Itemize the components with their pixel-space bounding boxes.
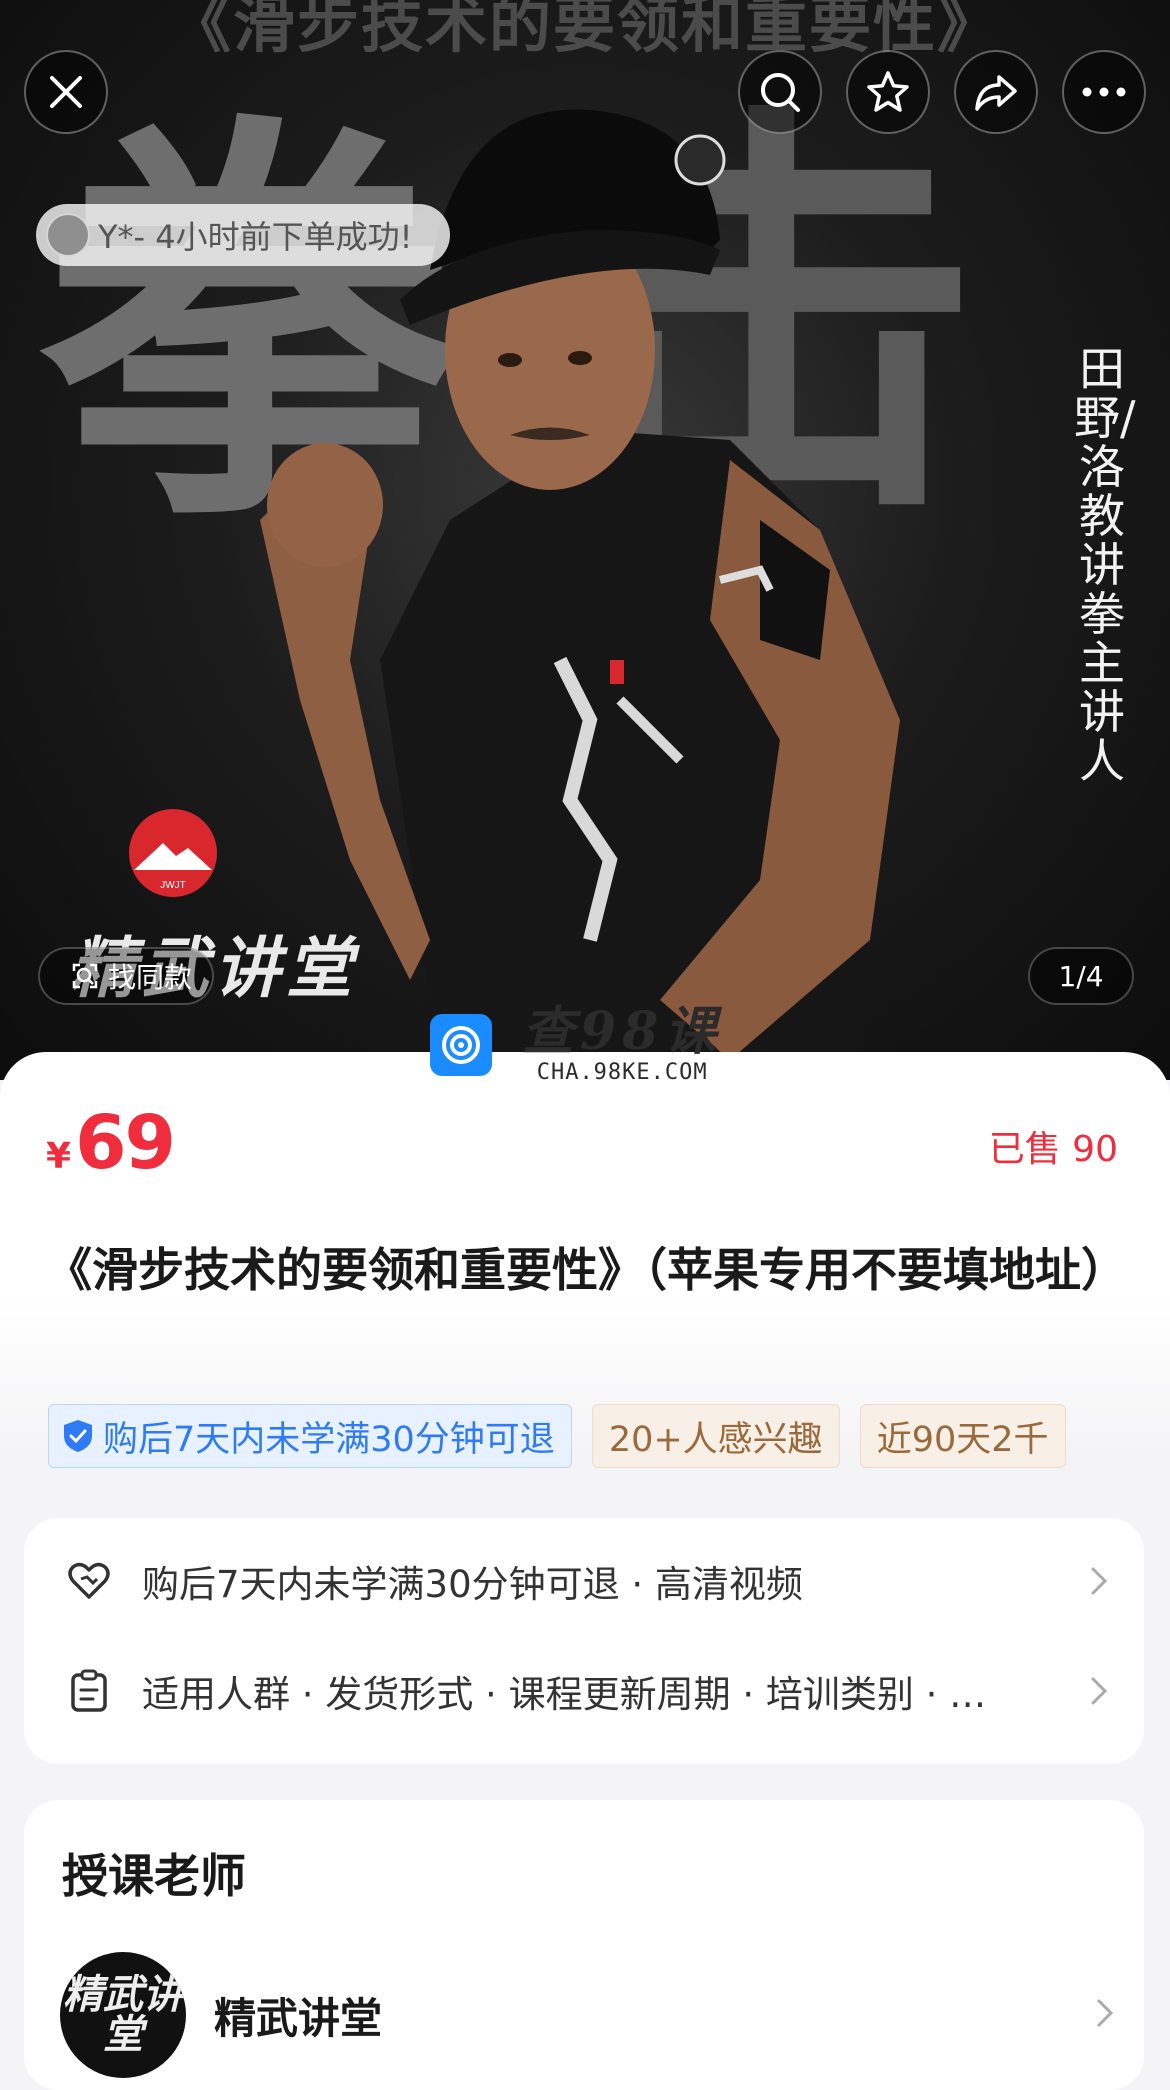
find-similar-button[interactable]: 找同款 (38, 947, 215, 1005)
teacher-row[interactable]: 精武讲堂 精武讲堂 (60, 1950, 1114, 2080)
find-similar-icon (72, 963, 98, 989)
watermark-text: 查98课 (522, 1001, 723, 1062)
star-icon (867, 71, 909, 112)
heart-guarantee-icon (68, 1562, 110, 1599)
teacher-card: 授课老师 精武讲堂 精武讲堂 (24, 1800, 1144, 2090)
sold-count: 已售 90 (988, 1129, 1118, 1170)
order-notice: Y*- 4小时前下单成功! (36, 204, 451, 266)
params-row[interactable]: 适用人群 · 发货形式 · 课程更新周期 · 培训类别 · … (64, 1656, 1114, 1726)
watermark-url: CHA.98KE.COM (536, 1060, 708, 1085)
teacher-section-title: 授课老师 (62, 1849, 246, 1903)
brand-logo-badge: JWJT (160, 880, 186, 891)
share-icon (975, 75, 1017, 111)
chevron-right-icon (1091, 1567, 1108, 1595)
buyer-avatar (46, 213, 90, 257)
service-row-text: 购后7天内未学满30分钟可退 · 高清视频 (142, 1563, 803, 1606)
tag-list[interactable]: 购后7天内未学满30分钟可退 20+人感兴趣 近90天2千 (48, 1404, 1122, 1468)
refund-tag[interactable]: 购后7天内未学满30分钟可退 (48, 1404, 572, 1468)
close-icon (50, 76, 82, 108)
image-page-indicator: 1/4 (1028, 947, 1134, 1005)
watermark: 查98课 CHA.98KE.COM (430, 1004, 722, 1085)
shield-check-icon (64, 1420, 92, 1452)
chevron-right-icon (1091, 1677, 1108, 1705)
price-value: 69 (75, 1100, 176, 1186)
currency-symbol: ¥ (46, 1136, 72, 1177)
close-button[interactable] (24, 50, 108, 134)
features-card: 购后7天内未学满30分钟可退 · 高清视频 适用人群 · 发货形式 · 课程更新… (24, 1518, 1144, 1764)
teacher-name: 精武讲堂 (214, 1993, 383, 2043)
order-notice-text: Y*- 4小时前下单成功! (98, 218, 413, 256)
params-row-text: 适用人群 · 发货形式 · 课程更新周期 · 培训类别 · … (142, 1673, 987, 1716)
price: ¥ 69 (46, 1100, 176, 1186)
interest-tag[interactable]: 20+人感兴趣 (591, 1404, 840, 1468)
instructor-caption: 田野/洛教讲拳主讲人 (1074, 342, 1136, 788)
favorite-button[interactable] (846, 50, 930, 134)
brand-logo-icon: JWJT (129, 809, 217, 897)
search-icon (761, 73, 800, 112)
sales-tag[interactable]: 近90天2千 (859, 1404, 1066, 1468)
chevron-right-icon (1097, 1999, 1114, 2027)
product-image[interactable]: 《滑步技术的要领和重要性》 拳 击 田野/洛教讲拳主讲人 JWJT 精武讲堂 Y… (0, 0, 1170, 1080)
clipboard-icon (71, 1669, 107, 1712)
more-button[interactable] (1062, 50, 1146, 134)
teacher-avatar-text: 精武讲堂 (63, 1972, 183, 2058)
search-button[interactable] (738, 50, 822, 134)
watermark-logo-icon (430, 1013, 492, 1076)
refund-tag-label: 购后7天内未学满30分钟可退 (103, 1419, 555, 1460)
share-button[interactable] (954, 50, 1038, 134)
service-row[interactable]: 购后7天内未学满30分钟可退 · 高清视频 (64, 1546, 1114, 1616)
find-similar-label: 找同款 (108, 961, 193, 994)
product-title: 《滑步技术的要领和重要性》（苹果专用不要填地址） (46, 1243, 1127, 1297)
more-icon (1082, 87, 1126, 97)
teacher-avatar[interactable]: 精武讲堂 (60, 1952, 186, 2078)
